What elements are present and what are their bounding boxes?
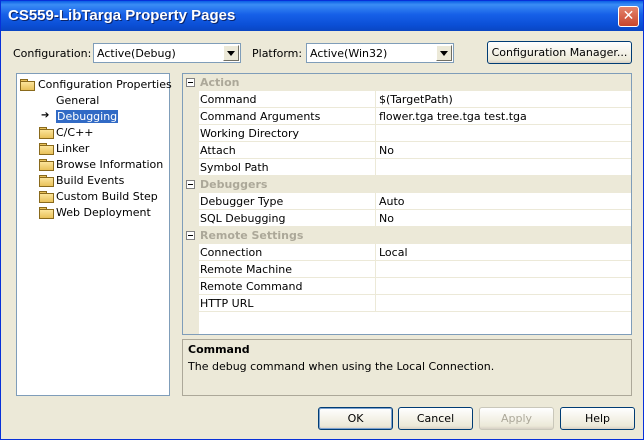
configuration-label: Configuration:: [13, 47, 92, 60]
title-bar[interactable]: CS559-LibTarga Property Pages ✕: [1, 1, 643, 31]
property-row-symbol-path[interactable]: Symbol Path: [183, 159, 631, 176]
property-value[interactable]: flower.tga tree.tga test.tga: [379, 110, 527, 123]
configuration-dropdown[interactable]: Active(Debug): [93, 43, 241, 63]
description-title: Command: [188, 343, 250, 356]
folder-icon: [39, 159, 54, 171]
property-name: Command: [200, 93, 257, 106]
column-divider: [375, 159, 376, 176]
close-icon: ✕: [622, 8, 635, 24]
property-name: Command Arguments: [200, 110, 321, 123]
category-label: Debuggers: [200, 178, 268, 191]
configuration-tree[interactable]: Configuration Properties General ➔ Debug…: [16, 73, 172, 396]
cancel-button[interactable]: Cancel: [398, 407, 473, 430]
arrow-pointer-icon: ➔: [41, 110, 50, 121]
configuration-manager-button[interactable]: Configuration Manager...: [487, 41, 632, 64]
property-name: Debugger Type: [200, 195, 284, 208]
tree-item-label: Web Deployment: [56, 206, 151, 219]
property-row-http-url[interactable]: HTTP URL: [183, 295, 631, 312]
column-divider: [375, 91, 376, 108]
tree-item-label: C/C++: [56, 126, 94, 139]
property-name: SQL Debugging: [200, 212, 286, 225]
property-row-attach[interactable]: Attach No: [183, 142, 631, 159]
tree-item-label: Browse Information: [56, 158, 164, 171]
tree-item-label: Debugging: [56, 110, 119, 123]
column-divider: [375, 125, 376, 142]
folder-icon: [39, 191, 54, 203]
property-row-command[interactable]: Command $(TargetPath): [183, 91, 631, 108]
folder-icon: [39, 207, 54, 219]
column-divider: [375, 278, 376, 295]
tree-item-label: Build Events: [56, 174, 125, 187]
collapse-icon[interactable]: [186, 180, 195, 189]
help-button[interactable]: Help: [560, 407, 635, 430]
property-row-sql-debugging[interactable]: SQL Debugging No: [183, 210, 631, 227]
property-name: Working Directory: [200, 127, 300, 140]
property-name: Remote Machine: [200, 263, 292, 276]
folder-icon: [39, 127, 54, 139]
property-name: HTTP URL: [200, 297, 254, 310]
column-divider: [375, 261, 376, 278]
tree-root-label: Configuration Properties: [38, 78, 172, 91]
folder-icon: [39, 143, 54, 155]
property-name: Attach: [200, 144, 236, 157]
folder-icon: [39, 175, 54, 187]
property-value[interactable]: Local: [379, 246, 408, 259]
description-text: The debug command when using the Local C…: [188, 360, 495, 373]
column-divider: [375, 108, 376, 125]
tree-item-label: General: [56, 94, 100, 107]
category-label: Action: [200, 76, 240, 89]
close-button[interactable]: ✕: [618, 6, 639, 27]
property-value[interactable]: No: [379, 144, 394, 157]
column-divider: [375, 193, 376, 210]
property-row-remote-command[interactable]: Remote Command: [183, 278, 631, 295]
platform-dropdown[interactable]: Active(Win32): [306, 43, 454, 63]
column-divider: [375, 210, 376, 227]
tree-item-label: Linker: [56, 142, 90, 155]
column-divider: [375, 142, 376, 159]
property-name: Symbol Path: [200, 161, 269, 174]
column-divider: [375, 244, 376, 261]
description-panel: Command The debug command when using the…: [182, 339, 632, 396]
property-pages-window: CS559-LibTarga Property Pages ✕ Configur…: [0, 0, 644, 440]
category-debuggers[interactable]: Debuggers: [183, 176, 631, 193]
category-label: Remote Settings: [200, 229, 304, 242]
property-name: Remote Command: [200, 280, 303, 293]
category-remote-settings[interactable]: Remote Settings: [183, 227, 631, 244]
collapse-icon[interactable]: [186, 78, 195, 87]
chevron-down-icon[interactable]: [436, 45, 452, 61]
platform-value: Active(Win32): [310, 47, 388, 60]
configuration-value: Active(Debug): [97, 47, 176, 60]
property-value[interactable]: Auto: [379, 195, 405, 208]
property-row-connection[interactable]: Connection Local: [183, 244, 631, 261]
ok-button[interactable]: OK: [318, 407, 393, 430]
property-row-working-directory[interactable]: Working Directory: [183, 125, 631, 142]
property-grid[interactable]: Action Command $(TargetPath) Command Arg…: [182, 73, 632, 335]
property-row-command-arguments[interactable]: Command Arguments flower.tga tree.tga te…: [183, 108, 631, 125]
collapse-icon[interactable]: [186, 231, 195, 240]
property-name: Connection: [200, 246, 263, 259]
apply-button[interactable]: Apply: [479, 407, 554, 430]
platform-label: Platform:: [252, 47, 303, 60]
window-title: CS559-LibTarga Property Pages: [8, 7, 236, 24]
property-value[interactable]: No: [379, 212, 394, 225]
column-divider: [375, 295, 376, 312]
property-row-debugger-type[interactable]: Debugger Type Auto: [183, 193, 631, 210]
folder-open-icon: [20, 79, 35, 91]
category-action[interactable]: Action: [183, 74, 631, 91]
tree-item-label: Custom Build Step: [56, 190, 158, 203]
property-row-remote-machine[interactable]: Remote Machine: [183, 261, 631, 278]
property-value[interactable]: $(TargetPath): [379, 93, 453, 106]
chevron-down-icon[interactable]: [223, 45, 239, 61]
